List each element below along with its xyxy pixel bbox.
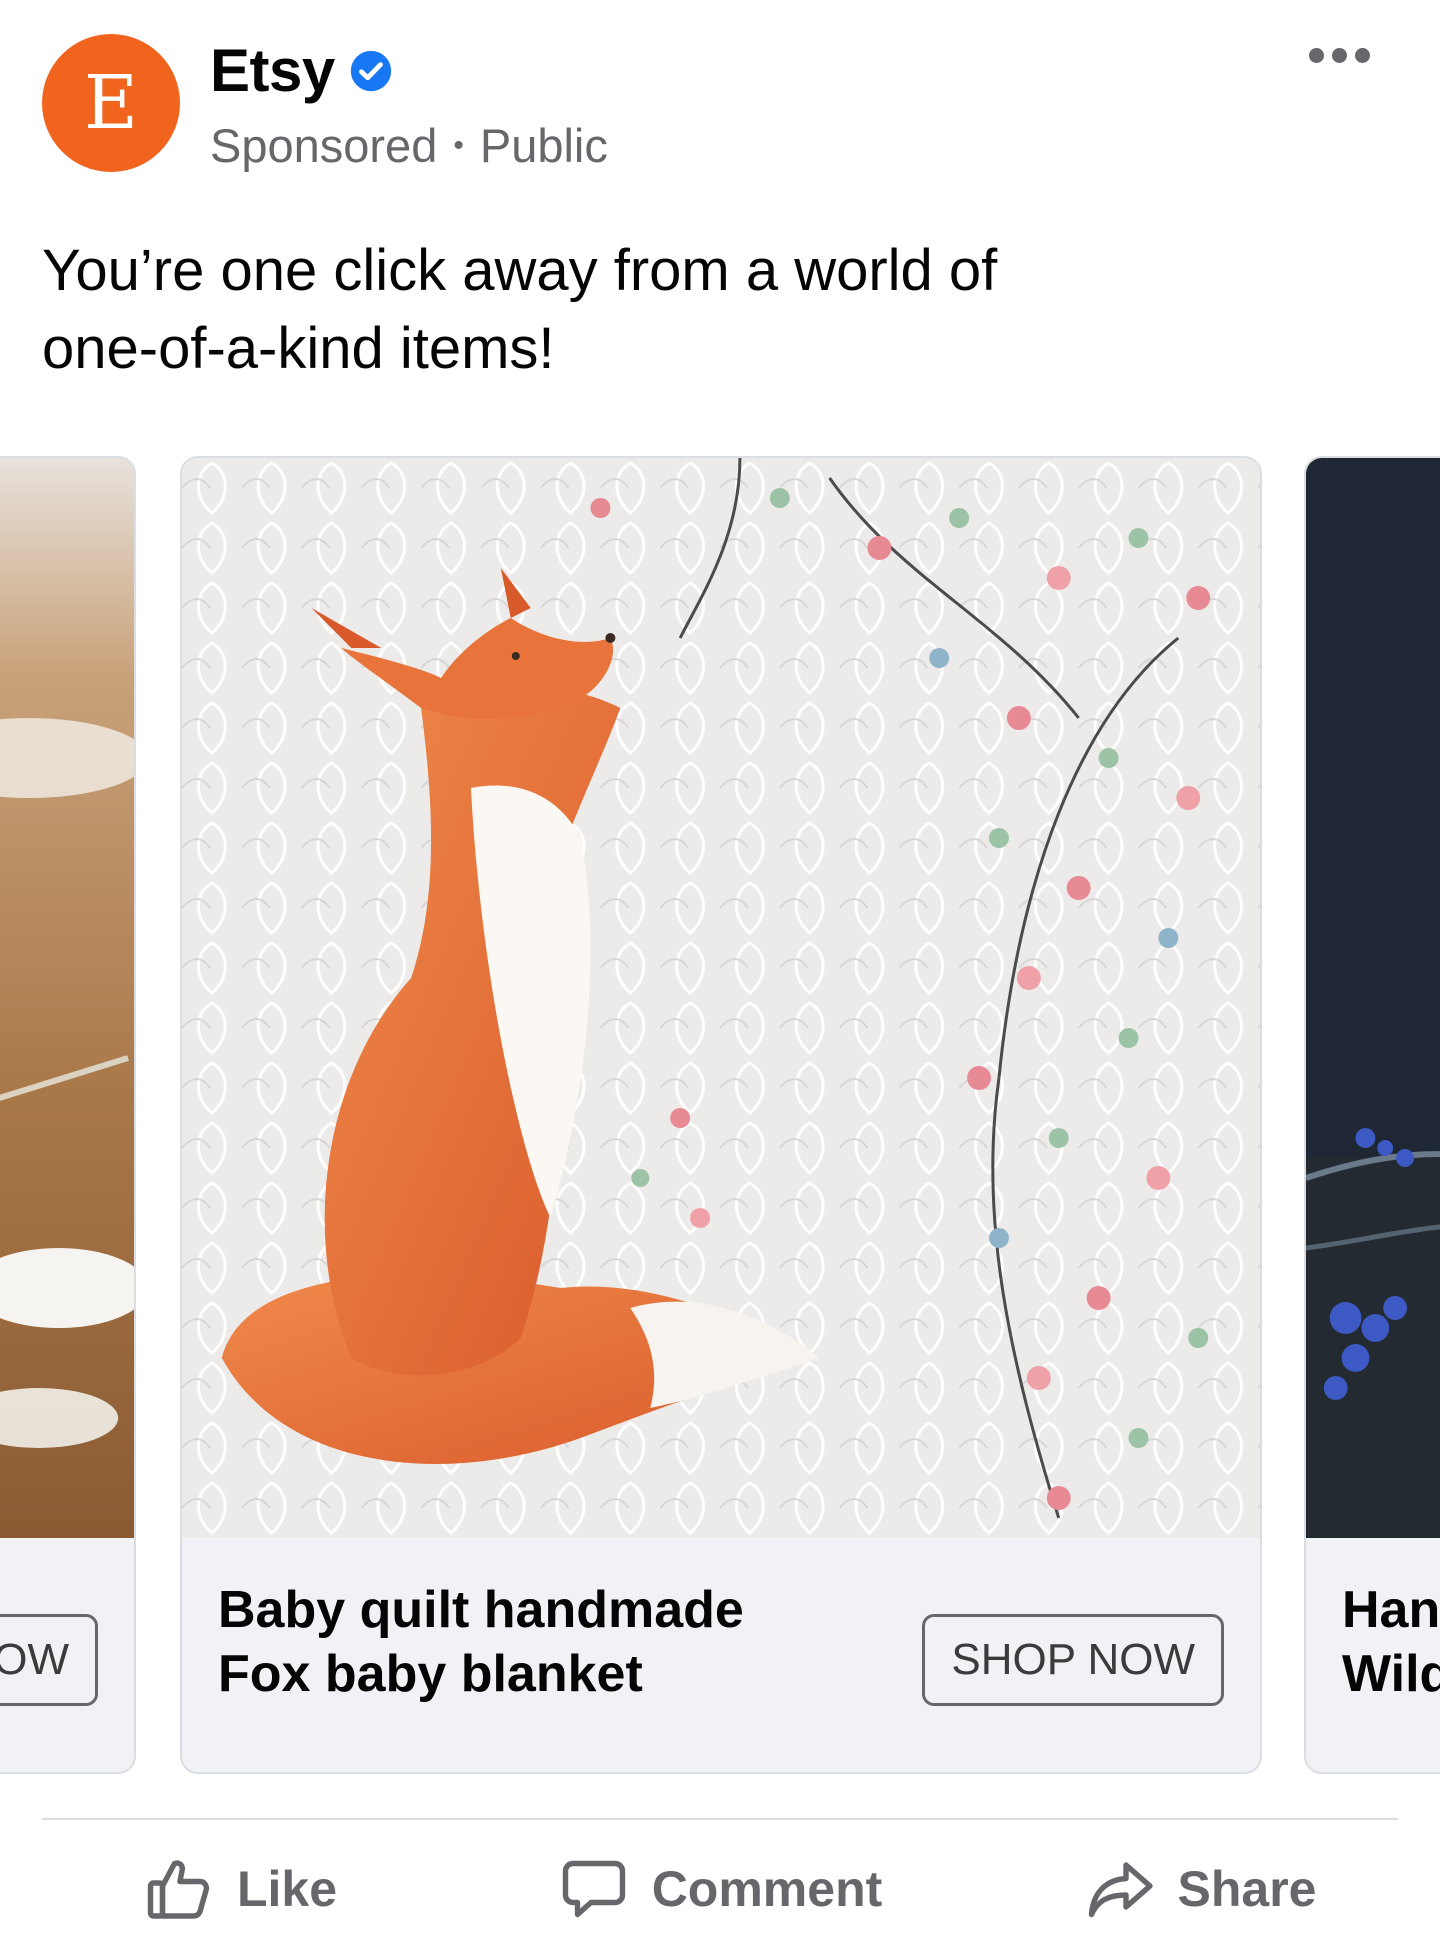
carousel-card-previous[interactable]: SHOP NOW xyxy=(0,456,136,1774)
post-text-line-2: one-of-a-kind items! xyxy=(42,316,555,381)
share-button[interactable]: Share xyxy=(960,1826,1440,1952)
carousel-card-next[interactable]: Handmade Wild xyxy=(1304,456,1440,1774)
post-text-line-1: You’re one click away from a world of xyxy=(42,238,998,303)
more-options-icon[interactable] xyxy=(1309,48,1370,63)
page-name[interactable]: Etsy xyxy=(210,36,335,105)
page-name-row: Etsy xyxy=(210,36,393,105)
product-carousel[interactable]: SHOP NOW xyxy=(0,456,1440,1776)
verified-badge-icon xyxy=(350,50,391,91)
card-footer-next: Handmade Wild xyxy=(1306,1538,1440,1772)
actions-divider xyxy=(42,1818,1398,1820)
share-arrow-icon xyxy=(1088,1862,1153,1918)
comment-icon xyxy=(562,1860,625,1918)
product-image-next[interactable] xyxy=(1306,458,1440,1538)
product-title-next[interactable]: Handmade Wild xyxy=(1342,1578,1440,1706)
shop-now-button-previous[interactable]: SHOP NOW xyxy=(0,1614,98,1706)
product-image-previous[interactable] xyxy=(0,458,134,1538)
post-header: E Etsy Sponsored • Public xyxy=(0,0,1440,200)
comment-label: Comment xyxy=(651,1861,883,1917)
product-title[interactable]: Baby quilt handmade Fox baby blanket xyxy=(218,1578,838,1706)
post-text: You’re one click away from a world of on… xyxy=(42,232,1342,388)
audience-label: Public xyxy=(479,119,608,172)
carousel-card-fox-quilt[interactable]: Baby quilt handmade Fox baby blanket SHO… xyxy=(180,456,1262,1774)
fox-quilt-image[interactable] xyxy=(182,458,1260,1538)
like-button[interactable]: Like xyxy=(0,1826,480,1952)
card-footer-previous: SHOP NOW xyxy=(0,1538,134,1772)
like-label: Like xyxy=(236,1861,338,1917)
thumbs-up-icon xyxy=(147,1860,210,1919)
meta-separator: • xyxy=(453,128,464,162)
post-meta: Sponsored • Public xyxy=(210,118,608,173)
avatar-letter: E xyxy=(83,60,139,146)
comment-button[interactable]: Comment xyxy=(480,1826,960,1952)
etsy-avatar[interactable]: E xyxy=(42,34,180,172)
card-footer-fox-quilt: Baby quilt handmade Fox baby blanket SHO… xyxy=(182,1538,1260,1772)
sponsored-label[interactable]: Sponsored xyxy=(210,118,437,173)
shop-now-button[interactable]: SHOP NOW xyxy=(922,1614,1224,1706)
post-action-bar: Like Comment Share xyxy=(0,1826,1440,1952)
share-label: Share xyxy=(1177,1861,1317,1917)
